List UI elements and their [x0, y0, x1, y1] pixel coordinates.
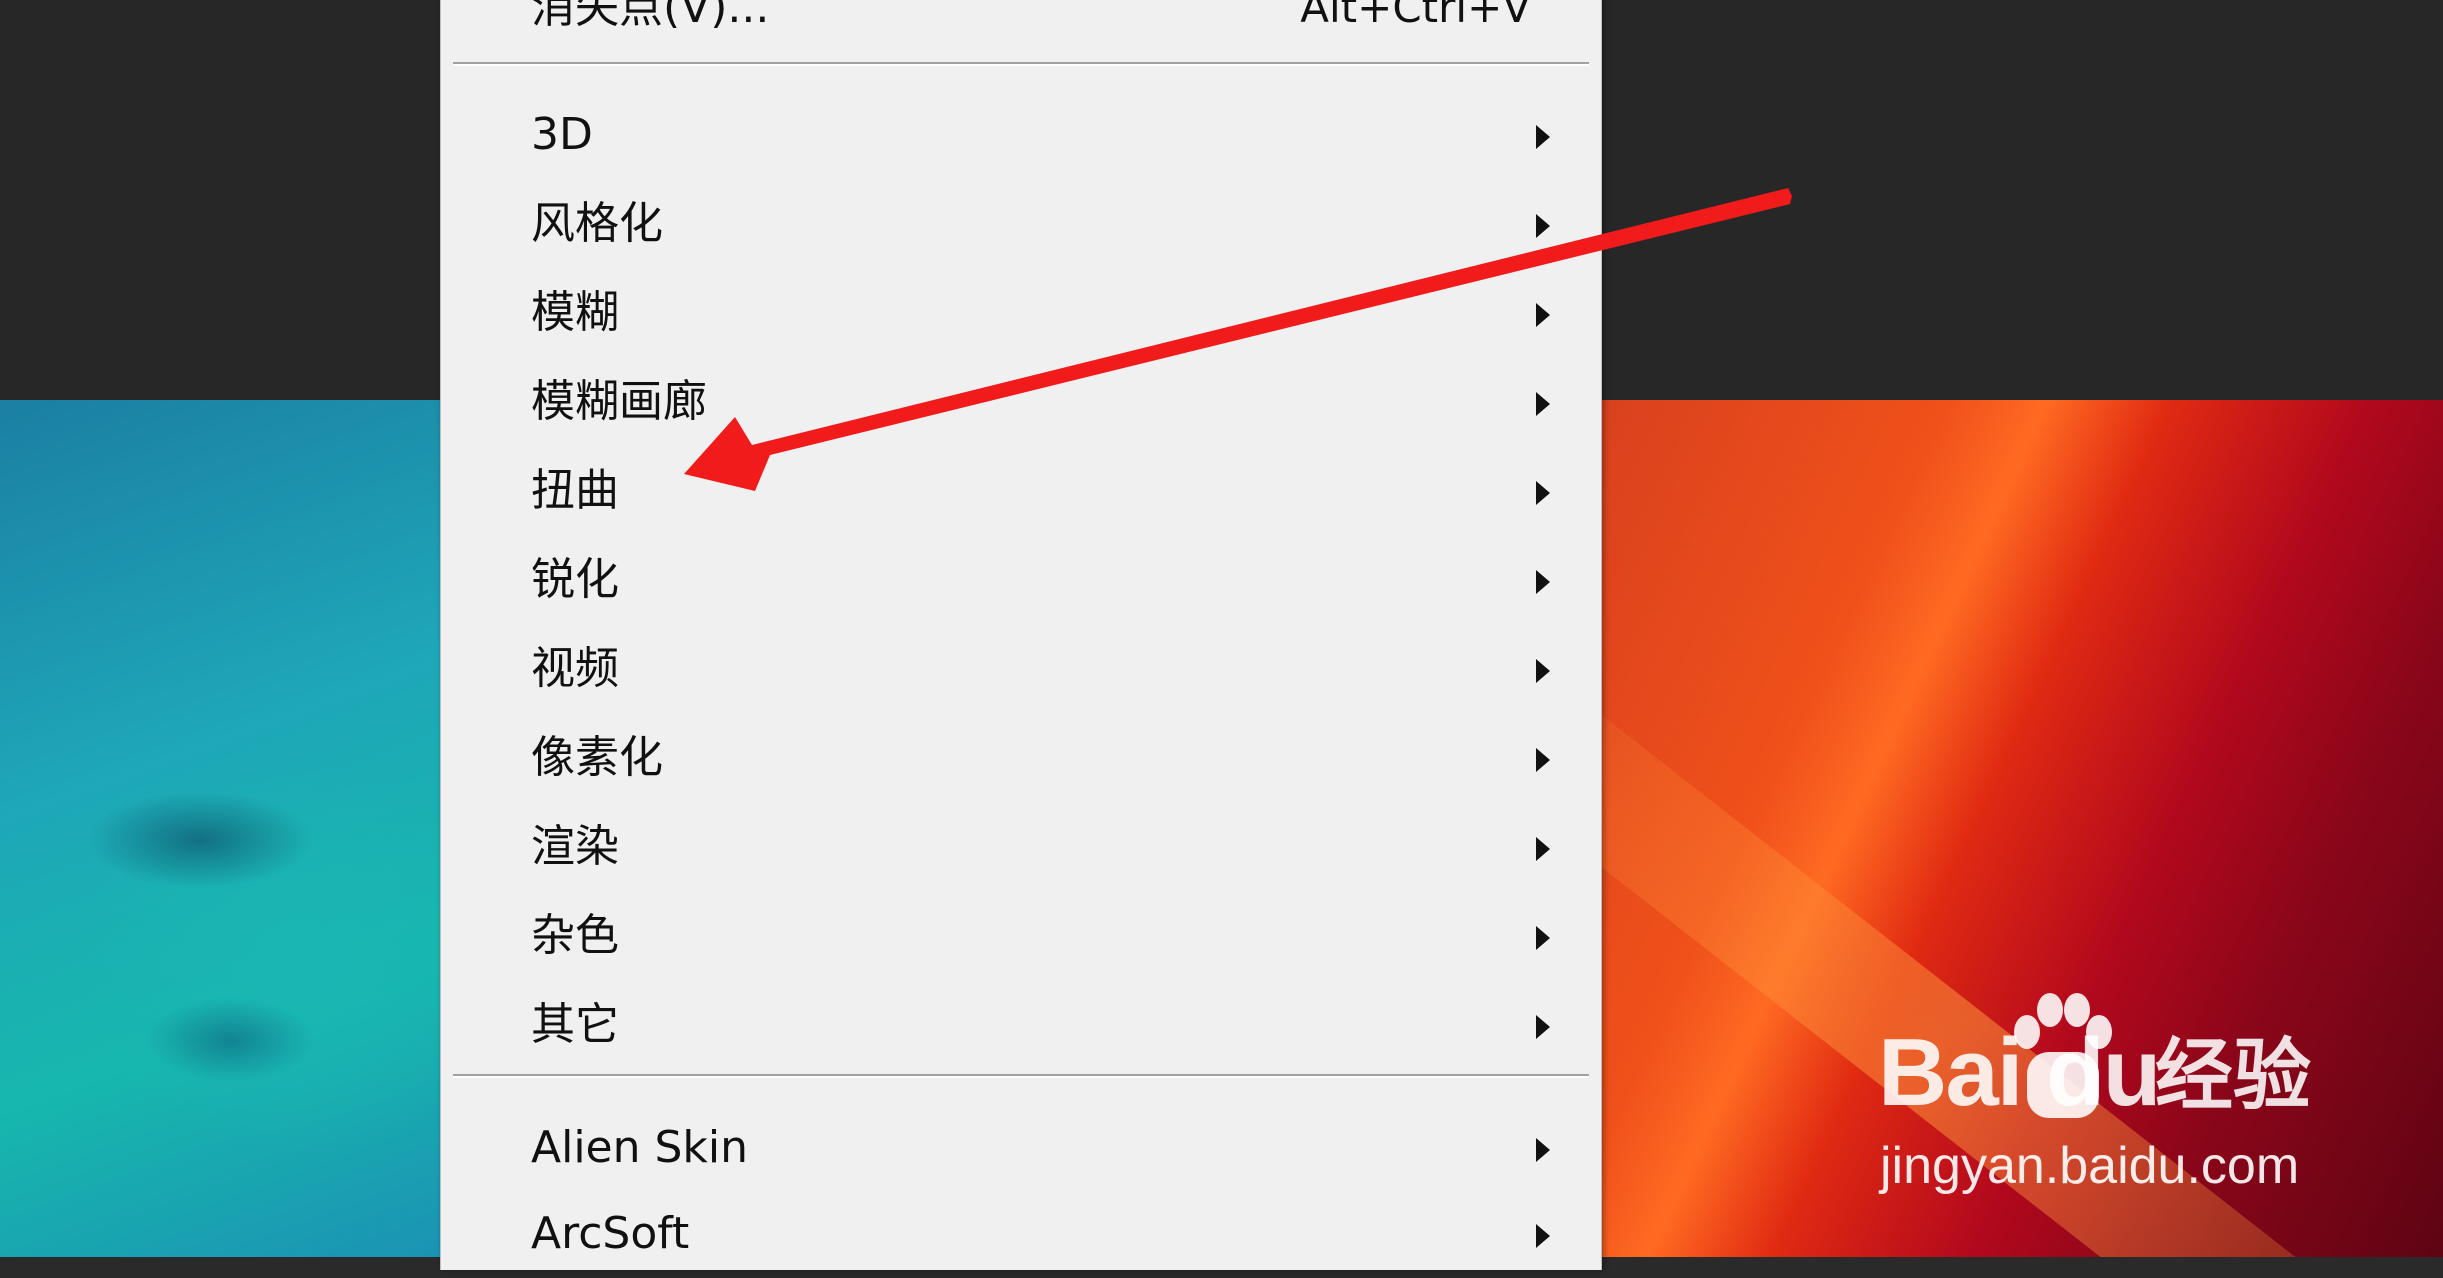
menu-item-label: 视频 [531, 643, 619, 694]
menu-item-pixelate[interactable]: 像素化 [441, 714, 1601, 802]
menu-item-label: 渲染 [531, 821, 619, 872]
menu-item-render[interactable]: 渲染 [441, 803, 1601, 891]
chevron-right-icon [1536, 926, 1550, 950]
chevron-right-icon [1536, 481, 1550, 505]
jingyan-brand-text: 经验 [2155, 1031, 2312, 1121]
menu-item-blur-gallery[interactable]: 模糊画廊 [441, 358, 1601, 446]
chevron-right-icon [1536, 659, 1550, 683]
menu-item-label: 消失点(V)... [531, 0, 770, 33]
chevron-right-icon [1536, 1015, 1550, 1039]
menu-item-label: 杂色 [531, 910, 619, 961]
menu-item-sharpen[interactable]: 锐化 [441, 536, 1601, 624]
menu-item-label: 扭曲 [531, 465, 619, 516]
baidu-jingyan-watermark: Bai du 经验 jingyan.baidu.com [1870, 990, 2330, 1230]
chevron-right-icon [1536, 748, 1550, 772]
watermark-url: jingyan.baidu.com [1880, 1137, 2300, 1195]
menu-item-label: 风格化 [531, 198, 663, 249]
chevron-right-icon [1536, 125, 1550, 149]
menu-item-label: Alien Skin [531, 1122, 749, 1173]
menu-item-shortcut: Alt+Ctrl+V [1300, 0, 1531, 32]
chevron-right-icon [1536, 1138, 1550, 1162]
canvas-image-teal [0, 400, 450, 1257]
chevron-right-icon [1536, 392, 1550, 416]
menu-item-label: 3D [531, 109, 593, 160]
menu-item-label: ArcSoft [531, 1208, 690, 1259]
menu-item-label: 模糊 [531, 287, 619, 338]
menu-separator [453, 62, 1589, 66]
chevron-right-icon [1536, 214, 1550, 238]
paw-icon [2014, 993, 2112, 1118]
menu-item-arcsoft[interactable]: ArcSoft [441, 1190, 1601, 1278]
menu-item-label: 模糊画廊 [531, 376, 707, 427]
chevron-right-icon [1536, 303, 1550, 327]
menu-separator [453, 1074, 1589, 1078]
menu-item-stylize[interactable]: 风格化 [441, 180, 1601, 268]
chevron-right-icon [1536, 570, 1550, 594]
menu-item-alien-skin[interactable]: Alien Skin [441, 1104, 1601, 1192]
menu-item-label: 像素化 [531, 732, 663, 783]
chevron-right-icon [1536, 1224, 1550, 1248]
menu-item-3d[interactable]: 3D [441, 91, 1601, 179]
menu-item-vanishing-point[interactable]: 消失点(V)... Alt+Ctrl+V [441, 0, 1601, 52]
chevron-right-icon [1536, 837, 1550, 861]
filter-menu: 消失点(V)... Alt+Ctrl+V 3D 风格化 模糊 模糊画廊 扭曲 锐… [440, 0, 1602, 1270]
menu-item-label: 其它 [531, 999, 619, 1050]
menu-item-distort[interactable]: 扭曲 [441, 447, 1601, 535]
menu-item-noise[interactable]: 杂色 [441, 892, 1601, 980]
menu-item-other[interactable]: 其它 [441, 981, 1601, 1069]
menu-item-blur[interactable]: 模糊 [441, 269, 1601, 357]
menu-item-video[interactable]: 视频 [441, 625, 1601, 713]
menu-item-label: 锐化 [531, 554, 619, 605]
